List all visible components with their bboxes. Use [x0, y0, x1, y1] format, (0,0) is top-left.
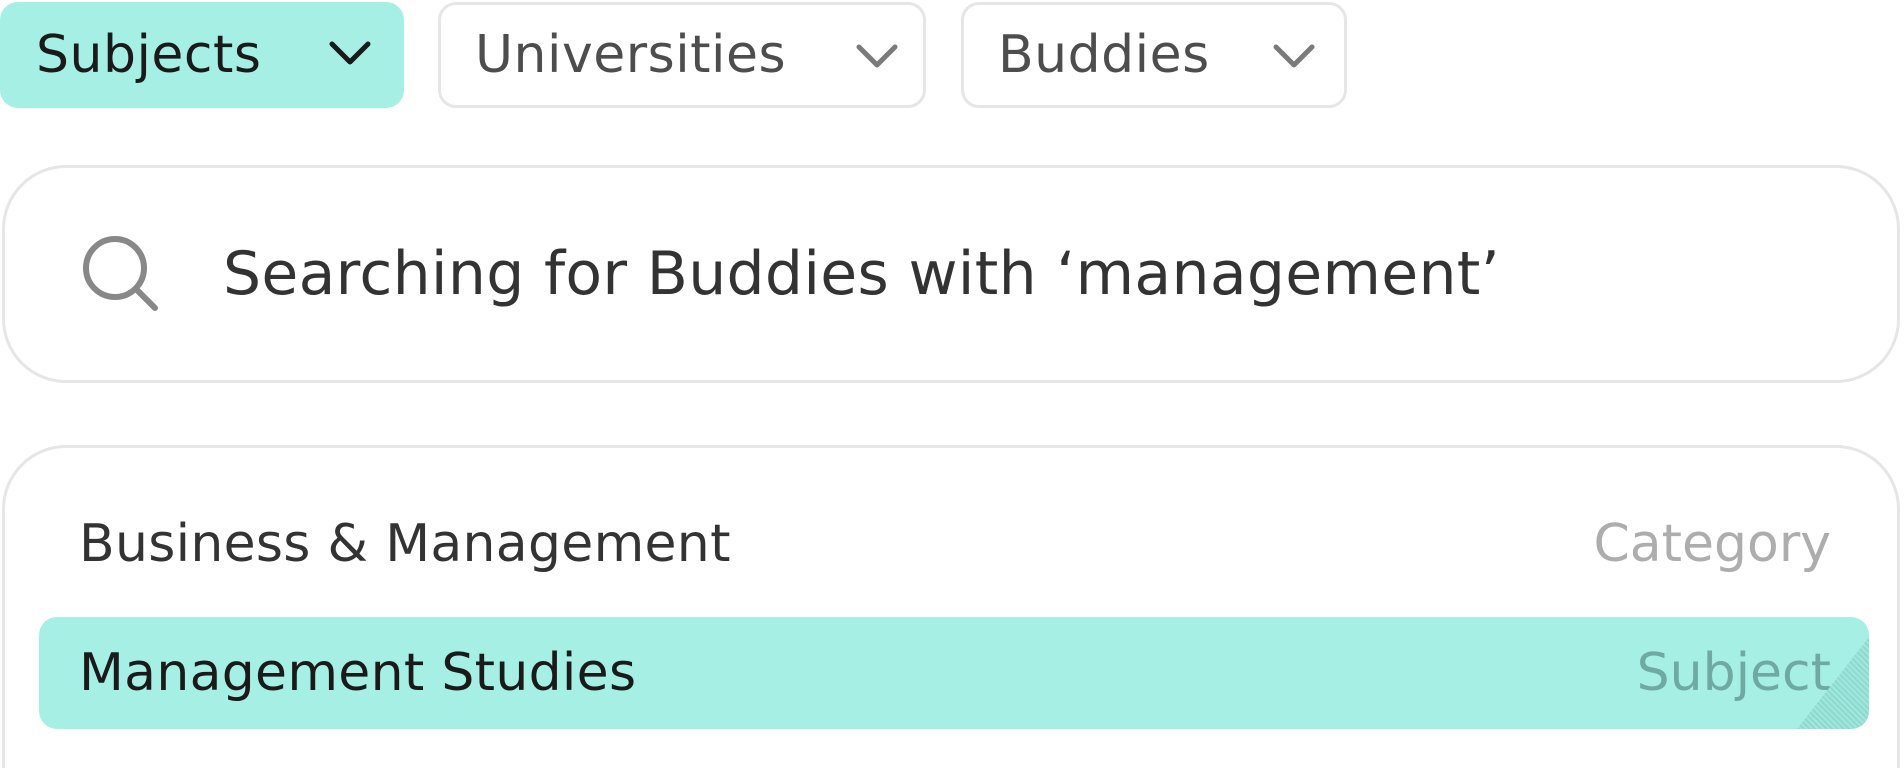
universities-filter-label: Universities	[475, 25, 787, 85]
search-icon	[83, 236, 158, 311]
result-type-label: Category	[1593, 514, 1831, 574]
universities-filter-dropdown[interactable]: Universities	[438, 2, 926, 108]
buddies-filter-dropdown[interactable]: Buddies	[961, 2, 1347, 108]
buddies-filter-label: Buddies	[998, 25, 1210, 85]
search-results-list: Business & Management Category Managemen…	[2, 445, 1900, 768]
subjects-filter-dropdown[interactable]: Subjects	[0, 2, 404, 108]
subjects-filter-label: Subjects	[36, 25, 262, 85]
result-name: Business & Management	[79, 514, 731, 574]
chevron-down-icon	[329, 41, 371, 65]
chevron-down-icon	[856, 44, 898, 68]
chevron-down-icon	[1273, 44, 1315, 68]
result-type-label: Subject	[1636, 643, 1831, 703]
result-item-business-management[interactable]: Business & Management Category	[39, 488, 1869, 600]
search-input[interactable]: Searching for Buddies with ‘management’	[2, 165, 1900, 383]
search-query-text: Searching for Buddies with ‘management’	[223, 239, 1500, 309]
result-name: Management Studies	[79, 643, 637, 703]
result-item-management-studies[interactable]: Management Studies Subject	[39, 617, 1869, 729]
